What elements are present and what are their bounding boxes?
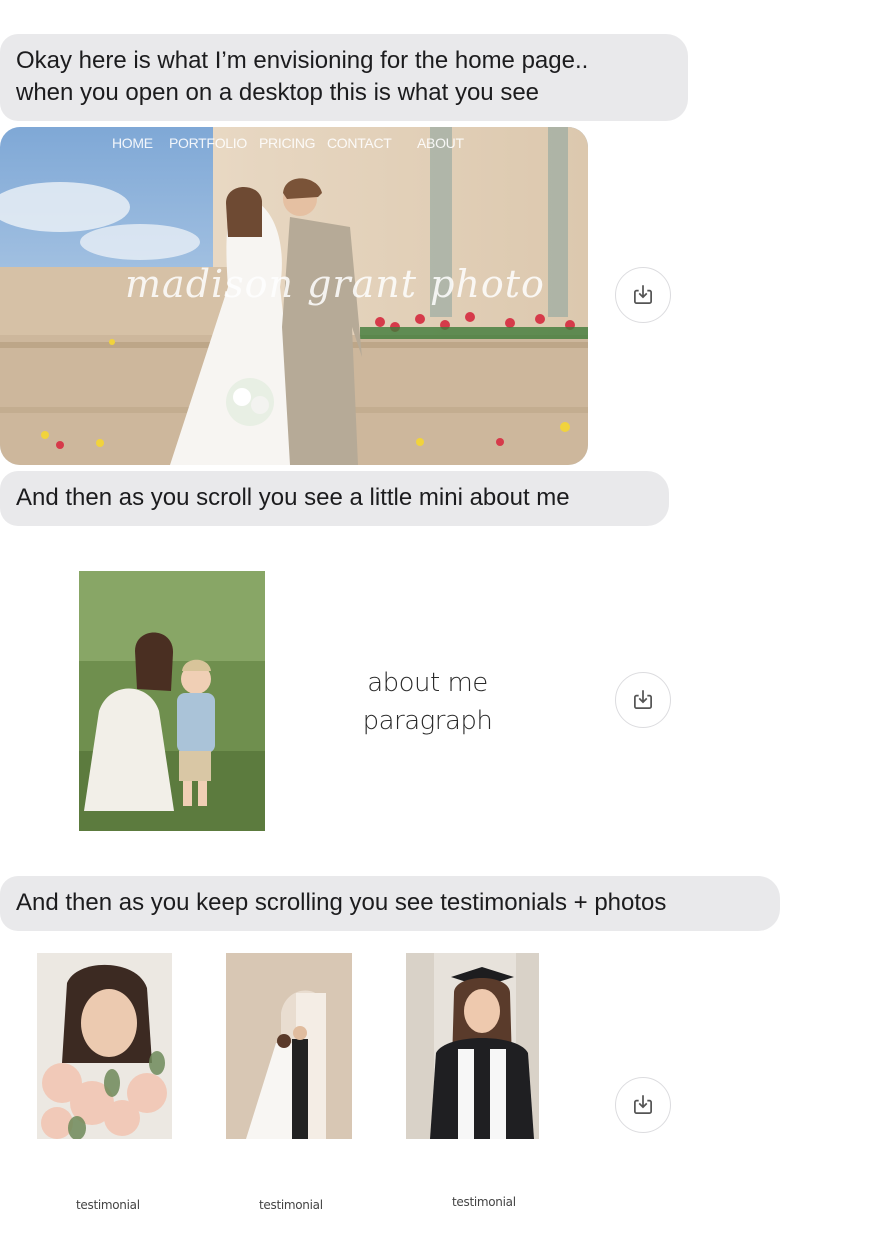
message-3-text: And then as you keep scrolling you see t… (16, 889, 667, 916)
graduate-photo (406, 953, 539, 1139)
testimonial-label-2: testimonial (259, 1198, 323, 1212)
mother-child-photo (79, 571, 265, 831)
nav-portfolio-label: PORTFOLIO (169, 135, 247, 151)
save-image-button-3[interactable] (615, 1077, 671, 1133)
message-bubble-2[interactable]: And then as you scroll you see a little … (0, 471, 669, 526)
testimonial-photo-1[interactable] (37, 953, 172, 1139)
message-bubble-3[interactable]: And then as you keep scrolling you see t… (0, 876, 780, 931)
message-1-line-2: when you open on a desktop this is what … (16, 79, 540, 106)
about-me-photo[interactable] (79, 571, 265, 831)
nav-contact-label: CONTACT (327, 135, 392, 151)
about-line-2: paragraph (362, 706, 493, 736)
hero-site-nav: HOME PORTFOLIO PRICING CONTACT ABOUT (0, 135, 588, 155)
save-to-downloads-icon (634, 285, 652, 304)
hero-logo-script: madison grant photo (125, 262, 545, 306)
about-me-placeholder-text: about me paragraph (345, 664, 510, 740)
message-bubble-1[interactable]: Okay here is what I’m envisioning for th… (0, 34, 688, 121)
save-image-button-2[interactable] (615, 672, 671, 728)
nav-about-label: ABOUT (417, 135, 464, 151)
portrait-with-flowers-photo (37, 953, 172, 1139)
save-to-downloads-icon (634, 690, 652, 709)
testimonial-label-3: testimonial (452, 1195, 516, 1209)
save-to-downloads-icon (634, 1095, 652, 1114)
couple-archway-photo (226, 953, 352, 1139)
nav-pricing-label: PRICING (259, 135, 316, 151)
message-1-line-1: Okay here is what I’m envisioning for th… (16, 47, 589, 74)
message-2-text: And then as you scroll you see a little … (16, 484, 570, 511)
testimonial-label-1: testimonial (76, 1198, 140, 1212)
about-line-1: about me (367, 668, 488, 698)
testimonial-photo-2[interactable] (226, 953, 352, 1139)
testimonial-photo-3[interactable] (406, 953, 539, 1139)
nav-home-label: HOME (112, 135, 153, 151)
save-image-button-1[interactable] (615, 267, 671, 323)
